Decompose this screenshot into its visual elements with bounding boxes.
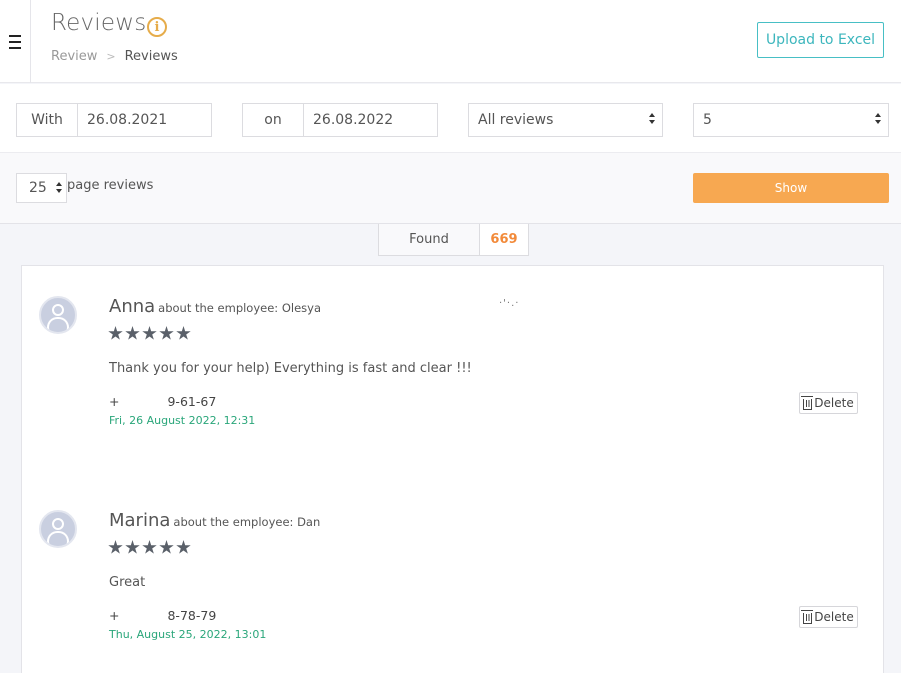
top-bar: Reviews i Review > Reviews Upload to Excel (0, 0, 901, 83)
hamburger-icon (9, 33, 21, 51)
trash-icon (801, 609, 814, 624)
star-icon (142, 540, 157, 554)
per-page-label: page reviews (67, 178, 154, 193)
avatar (39, 296, 77, 334)
date-to-group: on 26.08.2022 (242, 103, 438, 137)
select-arrows-icon (56, 182, 62, 193)
star-icon (108, 326, 123, 340)
info-icon[interactable]: i (147, 17, 167, 37)
select-arrows-icon (875, 113, 883, 127)
reviewer-name: Anna about the employee: Olesya (109, 296, 321, 317)
star-icon (159, 540, 174, 554)
review-item: Anna about the employee: Olesya ·'·.· Tha… (22, 266, 885, 480)
found-counter: Found 669 (378, 224, 529, 256)
page-title: Reviews (51, 10, 147, 36)
breadcrumb-parent[interactable]: Review (51, 49, 97, 64)
upload-excel-button[interactable]: Upload to Excel (757, 22, 884, 58)
avatar (39, 510, 77, 548)
star-icon (159, 326, 174, 340)
review-about: about the employee: Dan (173, 515, 321, 529)
review-type-select[interactable]: All reviews (468, 103, 663, 137)
date-from-input[interactable]: 26.08.2021 (78, 104, 211, 136)
breadcrumb-current: Reviews (124, 49, 178, 64)
review-text: Great (109, 575, 146, 590)
per-page-select[interactable]: 25 (16, 173, 67, 203)
review-phone: +8-78-79 (109, 608, 217, 623)
delete-button[interactable]: Delete (799, 606, 858, 628)
review-about: about the employee: Olesya (158, 301, 321, 315)
review-list: Anna about the employee: Olesya ·'·.· Tha… (21, 265, 884, 673)
date-to-input[interactable]: 26.08.2022 (304, 104, 437, 136)
found-label: Found (379, 224, 480, 255)
review-date: Thu, August 25, 2022, 13:01 (109, 628, 267, 641)
menu-button[interactable] (0, 0, 31, 83)
reviewer-name: Marina about the employee: Dan (109, 510, 321, 531)
show-button[interactable]: Show (693, 173, 889, 203)
star-icon (125, 326, 140, 340)
per-page-value: 25 (29, 180, 47, 196)
filter-bar: With 26.08.2021 on 26.08.2022 All review… (0, 84, 901, 153)
dots-decoration: ·'·.· (499, 298, 520, 309)
delete-button[interactable]: Delete (799, 392, 858, 414)
date-from-group: With 26.08.2021 (16, 103, 212, 137)
rating-stars (108, 540, 191, 555)
date-to-label: on (243, 104, 304, 136)
star-icon (176, 326, 191, 340)
found-count: 669 (490, 232, 518, 247)
rating-stars (108, 326, 191, 341)
rating-select[interactable]: 5 (693, 103, 889, 137)
star-icon (176, 540, 191, 554)
review-item: Marina about the employee: Dan Great +8-7… (22, 480, 885, 673)
star-icon (108, 540, 123, 554)
breadcrumb: Review > Reviews (51, 49, 178, 64)
review-phone: +9-61-67 (109, 394, 217, 409)
review-date: Fri, 26 August 2022, 12:31 (109, 414, 256, 427)
star-icon (125, 540, 140, 554)
breadcrumb-separator: > (106, 50, 116, 63)
review-text: Thank you for your help) Everything is f… (109, 361, 472, 376)
star-icon (142, 326, 157, 340)
review-type-value: All reviews (478, 112, 554, 128)
paging-bar: 25 page reviews Show (0, 153, 901, 224)
select-arrows-icon (649, 113, 657, 127)
rating-value: 5 (703, 112, 712, 128)
date-from-label: With (17, 104, 78, 136)
trash-icon (801, 395, 814, 410)
